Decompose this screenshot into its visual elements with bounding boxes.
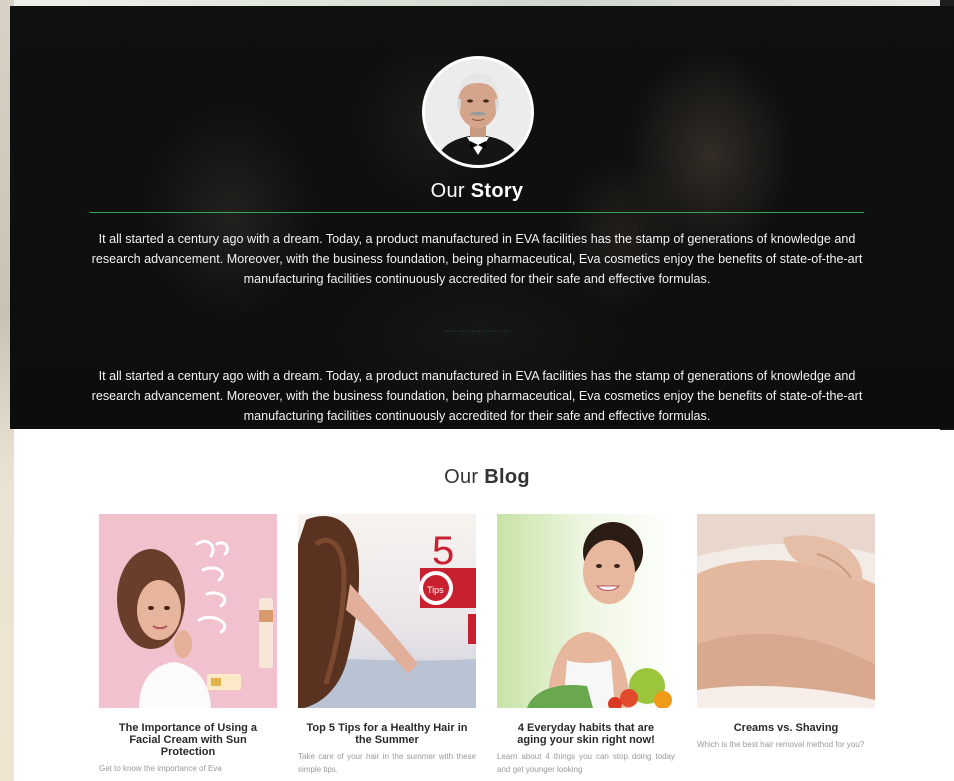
blog-card-2-title[interactable]: Top 5 Tips for a Healthy Hair in the Sum… xyxy=(298,722,476,746)
blog-card-3-title[interactable]: 4 Everyday habits that are aging your sk… xyxy=(497,722,675,746)
story-paragraph-2-clip: It all started a century ago with a drea… xyxy=(10,6,954,429)
blog-card-2-excerpt: Take care of your hair in the summer wit… xyxy=(298,752,476,774)
blog-card-2-image[interactable]: 5 Tips xyxy=(298,514,476,708)
blog-card-4-title[interactable]: Creams vs. Shaving xyxy=(697,722,875,734)
blog-card-3-image[interactable] xyxy=(497,514,675,708)
blog-card-2[interactable]: 5 Tips Top 5 Tips for a Healthy Hair in … xyxy=(298,514,476,776)
blog-card-1-image[interactable] xyxy=(99,514,277,708)
blog-card-4-photo xyxy=(697,514,875,708)
blog-card-1-photo xyxy=(99,514,277,708)
blog-card-4[interactable]: Creams vs. Shaving Which is the best hai… xyxy=(697,514,875,751)
blog-title-bold: Blog xyxy=(484,466,530,488)
blog-card-4-image[interactable] xyxy=(697,514,875,708)
blog-card-3-photo xyxy=(497,514,675,708)
blog-card-4-excerpt: Which is the best hair removal method fo… xyxy=(697,740,865,749)
svg-text:5: 5 xyxy=(432,529,454,573)
blog-title: Our Blog xyxy=(0,466,954,489)
blog-title-light: Our xyxy=(444,466,485,488)
blog-card-1[interactable]: The Importance of Using a Facial Cream w… xyxy=(99,514,277,775)
page: Our Story It all started a century ago w… xyxy=(0,0,954,781)
svg-text:Tips: Tips xyxy=(427,585,444,595)
blog-card-1-title[interactable]: The Importance of Using a Facial Cream w… xyxy=(99,722,277,758)
blog-card-1-excerpt: Get to know the importance of Eva xyxy=(99,764,222,773)
blog-card-3-excerpt: Learn about 4 things you can stop doing … xyxy=(497,752,675,774)
blog-card-3[interactable]: 4 Everyday habits that are aging your sk… xyxy=(497,514,675,776)
blog-card-2-photo: 5 Tips xyxy=(298,514,476,708)
story-paragraph-2: It all started a century ago with a drea… xyxy=(91,369,863,423)
